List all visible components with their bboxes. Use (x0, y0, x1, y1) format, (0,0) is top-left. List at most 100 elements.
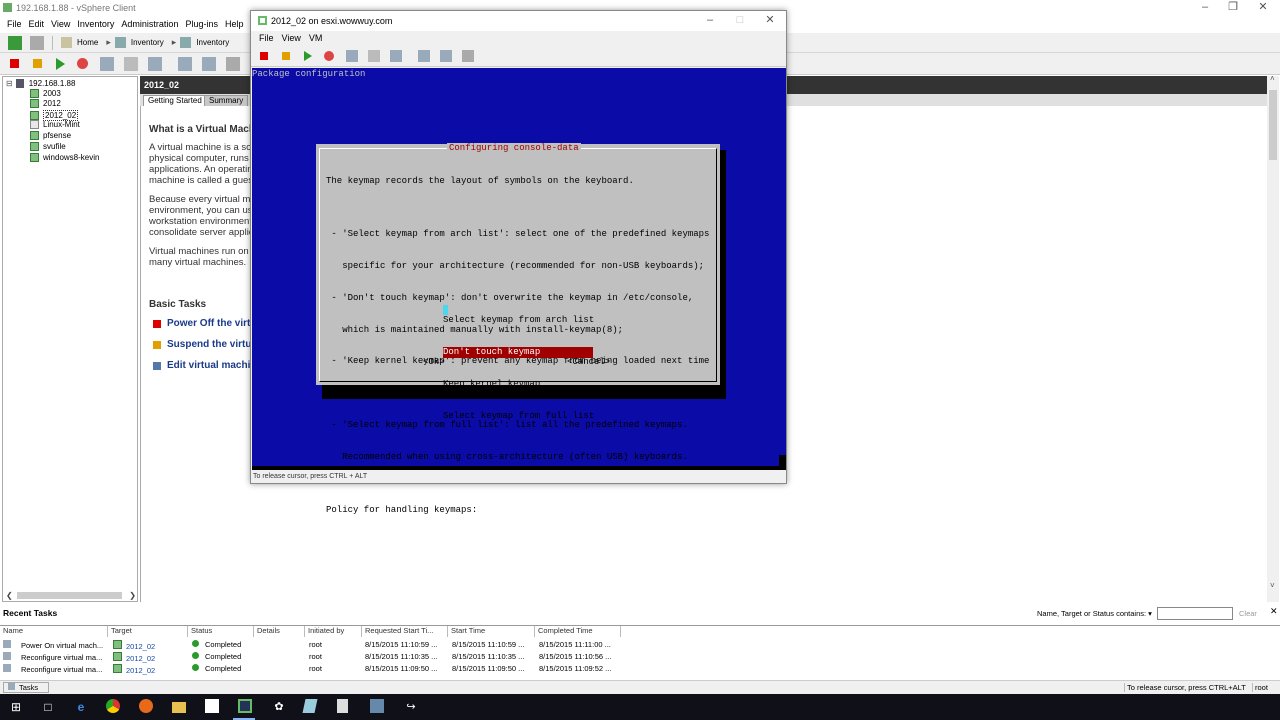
row-requested-cell: 8/15/2015 11:09:50 ... (365, 664, 438, 673)
menu-inventory[interactable]: Inventory (77, 19, 114, 29)
console-menu-vm[interactable]: VM (309, 33, 323, 43)
forward-icon[interactable] (30, 35, 44, 50)
tree-item-linux-mint[interactable]: Linux-Mint (30, 120, 80, 129)
reset-icon[interactable] (324, 50, 334, 61)
menu-administration[interactable]: Administration (121, 19, 178, 29)
suspend-icon[interactable] (33, 59, 42, 68)
option-keep-kernel[interactable]: Keep kernel keymap (443, 379, 594, 390)
maximize-icon[interactable]: ❐ (1218, 0, 1248, 16)
column-header-completed-time[interactable]: Completed Time (535, 626, 621, 637)
breadcrumb-home[interactable]: Home (77, 38, 98, 47)
text-line: many virtual machines. (149, 257, 247, 268)
steam-icon[interactable]: ✿ (271, 699, 287, 715)
store-icon[interactable] (205, 699, 219, 713)
revert-snapshot-icon[interactable] (368, 49, 380, 62)
snapshot-manager-icon[interactable] (148, 56, 162, 71)
menu-file[interactable]: File (7, 19, 22, 29)
calculator-icon[interactable] (337, 699, 348, 713)
tree-item-windows8-kevin[interactable]: windows8-kevin (30, 153, 99, 162)
menu-view[interactable]: View (51, 19, 70, 29)
scroll-thumb[interactable] (1269, 90, 1277, 160)
clear-button[interactable]: Clear (1239, 609, 1257, 618)
migrate-icon[interactable] (202, 56, 216, 71)
settings-icon[interactable] (226, 56, 240, 71)
column-header-status[interactable]: Status (188, 626, 254, 637)
column-header-details[interactable]: Details (254, 626, 305, 637)
console-close-icon[interactable]: ✕ (755, 13, 785, 29)
power-on-icon[interactable] (304, 50, 312, 61)
tree-horizontal-scrollbar[interactable]: ❮ ❯ (2, 590, 136, 600)
tree-item-2003[interactable]: 2003 (30, 89, 61, 98)
floppy-icon[interactable] (440, 49, 452, 62)
cd-drive-icon[interactable] (418, 49, 430, 62)
explorer-icon[interactable] (172, 702, 186, 713)
tree-item-2012[interactable]: 2012 (30, 99, 61, 108)
console-minimize-icon[interactable]: – (695, 13, 725, 29)
close-panel-icon[interactable]: ✕ (1270, 606, 1278, 617)
scroll-thumb[interactable] (16, 591, 123, 599)
column-header-target[interactable]: Target (108, 626, 188, 637)
power-off-icon[interactable] (260, 51, 268, 60)
tab-getting-started[interactable]: Getting Started (143, 95, 207, 106)
column-header-start-time[interactable]: Start Time (448, 626, 535, 637)
snapshot-icon[interactable] (346, 49, 358, 62)
ok-button[interactable]: <Ok> (423, 357, 445, 368)
suspend-link[interactable]: Suspend the virtu (153, 339, 251, 350)
column-header-initiated-by[interactable]: Initiated by (305, 626, 362, 637)
column-header-name[interactable]: Name (0, 626, 108, 637)
edit-vm-link[interactable]: Edit virtual machi (153, 360, 250, 371)
menu-plugins[interactable]: Plug-ins (185, 19, 218, 29)
scroll-up-icon[interactable]: ˄ (1270, 74, 1275, 83)
revert-snapshot-icon[interactable] (124, 56, 138, 71)
content-vertical-scrollbar[interactable]: ˄ ˅ (1267, 74, 1279, 602)
app-icon[interactable] (302, 699, 318, 713)
scroll-left-icon[interactable]: ❮ (6, 591, 13, 600)
breadcrumb-inventory[interactable]: Inventory (131, 38, 164, 47)
option-select-full[interactable]: Select keymap from full list (443, 411, 594, 422)
tasks-button[interactable]: Tasks (3, 682, 49, 693)
menu-edit[interactable]: Edit (29, 19, 45, 29)
vsphere-icon[interactable] (238, 699, 252, 713)
edge-icon[interactable]: e (73, 699, 89, 715)
suspend-icon[interactable] (282, 51, 290, 60)
reset-icon[interactable] (77, 58, 88, 69)
tree-root[interactable]: ⊟ 192.168.1.88 (6, 79, 75, 88)
row-target-cell[interactable]: 2012_02 (113, 640, 155, 651)
option-select-arch[interactable]: Select keymap from arch list (443, 315, 594, 326)
recent-tasks-title: Recent Tasks (3, 608, 58, 618)
filter-input[interactable] (1157, 607, 1233, 620)
scroll-down-icon[interactable]: ˅ (1270, 581, 1275, 590)
windows-icon[interactable]: ⊞ (8, 699, 24, 715)
console-menu-view[interactable]: View (282, 33, 301, 43)
console-maximize-icon[interactable]: □ (725, 13, 755, 29)
tab-summary[interactable]: Summary (204, 95, 249, 106)
breadcrumb-inventory-2[interactable]: Inventory (196, 38, 229, 47)
close-icon[interactable]: ✕ (1248, 0, 1278, 16)
network-adapter-icon[interactable] (462, 49, 474, 62)
tree-item-pfsense[interactable]: pfsense (30, 131, 71, 140)
cancel-button[interactable]: <Cancel> (567, 357, 610, 368)
collapse-icon[interactable]: ⊟ (6, 79, 13, 88)
row-target-cell[interactable]: 2012_02 (113, 652, 155, 663)
power-off-icon[interactable] (10, 59, 19, 68)
back-icon[interactable] (8, 35, 22, 50)
console-icon[interactable] (178, 56, 192, 71)
console-menu-file[interactable]: File (259, 33, 274, 43)
filter-label[interactable]: Name, Target or Status contains: ▾ (1037, 609, 1152, 618)
snapshot-icon[interactable] (100, 56, 114, 71)
scroll-right-icon[interactable]: ❯ (129, 591, 136, 600)
row-target-cell[interactable]: 2012_02 (113, 664, 155, 675)
chrome-icon[interactable] (106, 699, 120, 713)
network-icon[interactable] (370, 699, 384, 713)
firefox-icon[interactable] (139, 699, 153, 713)
power-off-link[interactable]: Power Off the virt (153, 318, 250, 329)
option-dont-touch[interactable]: Don't touch keymap (443, 346, 593, 358)
power-on-icon[interactable] (56, 57, 65, 70)
tree-item-svufile[interactable]: svufile (30, 142, 66, 151)
minimize-icon[interactable]: – (1190, 0, 1220, 16)
task-view-icon[interactable]: □ (40, 699, 56, 715)
snapshot-manager-icon[interactable] (390, 49, 402, 62)
menu-help[interactable]: Help (225, 19, 244, 29)
misc-icon[interactable]: ↪ (403, 699, 419, 715)
column-header-requested-start[interactable]: Requested Start Ti... (362, 626, 448, 637)
